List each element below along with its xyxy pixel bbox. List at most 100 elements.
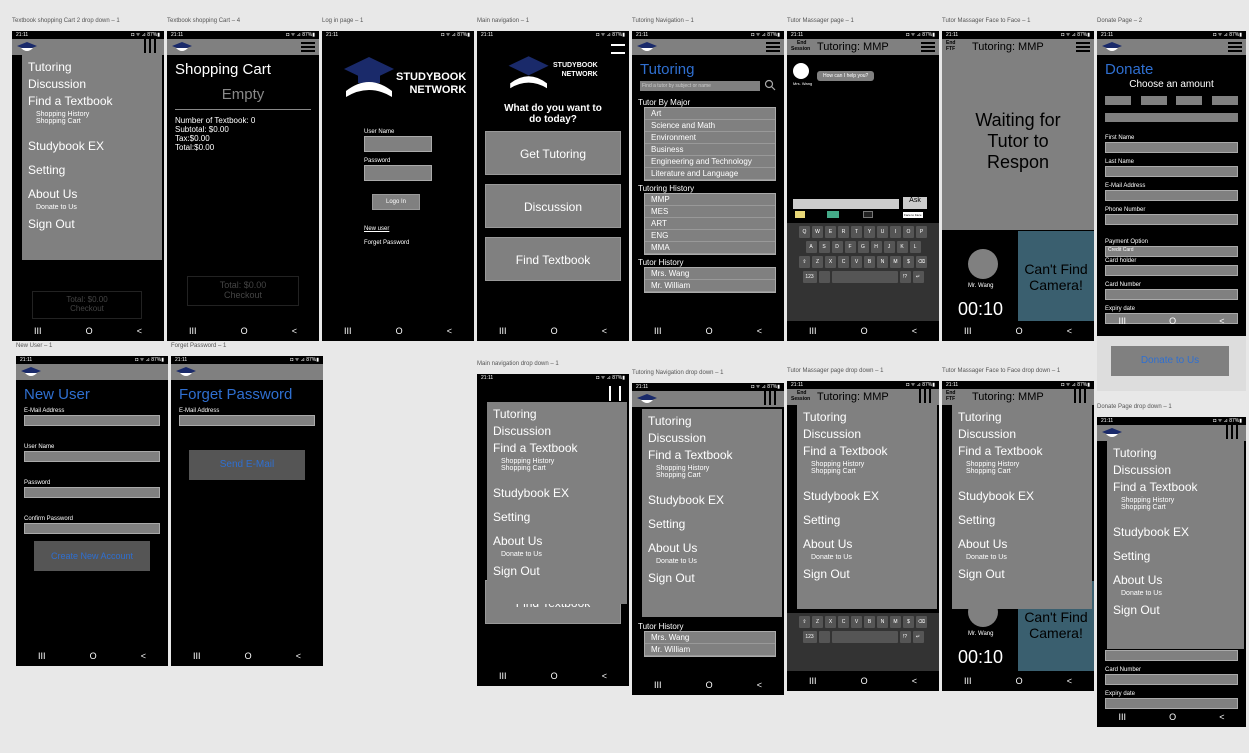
menu-sign-out[interactable]: Sign Out (803, 567, 931, 581)
menu-shopping-history[interactable]: Shopping History (966, 461, 1086, 468)
key[interactable]: ⌫ (916, 616, 927, 628)
back-button[interactable]: < (447, 326, 452, 336)
key[interactable]: Z (812, 256, 823, 268)
menu-tutoring[interactable]: Tutoring (958, 410, 1086, 424)
back-button[interactable]: < (296, 651, 301, 661)
key[interactable]: C (838, 256, 849, 268)
list-item[interactable]: Mr. William (645, 280, 775, 292)
password-field[interactable] (24, 487, 160, 498)
end-session-button[interactable]: End Session (791, 40, 810, 52)
key[interactable]: J (883, 241, 895, 253)
menu-shopping-cart[interactable]: Shopping Cart (501, 465, 621, 472)
key[interactable]: N (877, 256, 888, 268)
amount-option[interactable] (1140, 96, 1167, 105)
menu-studybook-ex[interactable]: Studybook EX (28, 139, 156, 153)
recents-button[interactable]: III (654, 326, 662, 336)
menu-find-textbook[interactable]: Find a Textbook (958, 444, 1086, 458)
donate-button[interactable]: Donate to Us (1111, 346, 1229, 376)
home-button[interactable]: O (1169, 712, 1176, 722)
home-button[interactable]: O (1169, 316, 1176, 326)
list-item[interactable]: Literature and Language (645, 168, 775, 180)
recents-button[interactable]: III (809, 326, 817, 336)
list-item[interactable]: Art (645, 108, 775, 120)
recents-button[interactable]: III (193, 651, 201, 661)
menu-tutoring[interactable]: Tutoring (493, 407, 621, 421)
key[interactable]: M (890, 256, 901, 268)
home-button[interactable]: O (861, 326, 868, 336)
home-button[interactable]: O (706, 326, 713, 336)
recents-button[interactable]: III (964, 326, 972, 336)
list-item[interactable]: MMP (645, 194, 775, 206)
menu-shopping-history[interactable]: Shopping History (36, 111, 156, 118)
recents-button[interactable]: III (34, 326, 42, 336)
menu-studybook-ex[interactable]: Studybook EX (803, 489, 931, 503)
menu-find-textbook[interactable]: Find a Textbook (28, 94, 156, 108)
key[interactable]: Q (799, 226, 810, 238)
menu-discussion[interactable]: Discussion (648, 431, 776, 445)
menu-about[interactable]: About Us (1113, 573, 1238, 587)
key[interactable]: Z (812, 616, 823, 628)
menu-icon[interactable] (611, 44, 625, 54)
back-button[interactable]: < (757, 680, 762, 690)
enter-key[interactable]: ↵ (912, 631, 924, 643)
list-item[interactable]: Mr. William (645, 644, 775, 656)
menu-setting[interactable]: Setting (1113, 549, 1238, 563)
menu-shopping-history[interactable]: Shopping History (656, 465, 776, 472)
home-button[interactable]: O (396, 326, 403, 336)
key[interactable]: R (838, 226, 849, 238)
menu-sign-out[interactable]: Sign Out (28, 217, 156, 231)
key-123[interactable]: 123 (802, 631, 817, 643)
key[interactable]: X (825, 616, 836, 628)
key[interactable]: $ (903, 616, 914, 628)
logo-icon[interactable] (636, 392, 658, 406)
holder-field[interactable] (1105, 650, 1238, 661)
menu-studybook-ex[interactable]: Studybook EX (493, 486, 621, 500)
card-number-field[interactable] (1105, 674, 1238, 685)
logo-icon[interactable] (171, 40, 193, 54)
create-account-button[interactable]: Create New Account (34, 541, 150, 571)
discussion-button[interactable]: Discussion (485, 184, 621, 228)
menu-icon[interactable] (764, 390, 776, 405)
menu-donate[interactable]: Donate to Us (36, 204, 156, 211)
back-button[interactable]: < (137, 326, 142, 336)
menu-about[interactable]: About Us (28, 187, 156, 201)
menu-icon[interactable] (1226, 424, 1238, 439)
face-to-face-button[interactable]: Face to Face (903, 212, 923, 218)
key[interactable]: V (851, 616, 862, 628)
enter-key[interactable]: ↵ (912, 271, 924, 283)
key[interactable]: D (831, 241, 843, 253)
menu-donate[interactable]: Donate to Us (1121, 590, 1238, 597)
menu-setting[interactable]: Setting (958, 513, 1086, 527)
end-session-button[interactable]: End Session (791, 390, 810, 402)
key[interactable]: P (916, 226, 927, 238)
key[interactable]: T (851, 226, 862, 238)
menu-shopping-cart[interactable]: Shopping Cart (1121, 504, 1238, 511)
menu-shopping-cart[interactable]: Shopping Cart (656, 472, 776, 479)
key[interactable]: B (864, 256, 875, 268)
back-button[interactable]: < (602, 326, 607, 336)
end-ftf-button[interactable]: End FTF (946, 390, 955, 402)
menu-icon[interactable] (919, 388, 931, 403)
home-button[interactable]: O (90, 651, 97, 661)
search-icon[interactable] (764, 79, 776, 91)
key[interactable]: O (903, 226, 914, 238)
menu-donate[interactable]: Donate to Us (811, 554, 931, 561)
amount-option[interactable] (1211, 96, 1238, 105)
recents-button[interactable]: III (964, 676, 972, 686)
menu-tutoring[interactable]: Tutoring (648, 414, 776, 428)
menu-discussion[interactable]: Discussion (28, 77, 156, 91)
custom-amount-field[interactable] (1105, 113, 1238, 122)
username-field[interactable] (24, 451, 160, 462)
menu-tutoring[interactable]: Tutoring (28, 60, 156, 74)
back-button[interactable]: < (1219, 316, 1224, 326)
menu-about[interactable]: About Us (803, 537, 931, 551)
key-emoji[interactable] (818, 271, 830, 283)
key-punct[interactable]: !? (899, 271, 911, 283)
end-ftf-button[interactable]: End FTF (946, 40, 955, 52)
menu-icon[interactable] (609, 386, 621, 401)
key[interactable]: H (870, 241, 882, 253)
key[interactable]: C (838, 616, 849, 628)
menu-about[interactable]: About Us (958, 537, 1086, 551)
key[interactable]: I (890, 226, 901, 238)
key[interactable]: W (812, 226, 823, 238)
